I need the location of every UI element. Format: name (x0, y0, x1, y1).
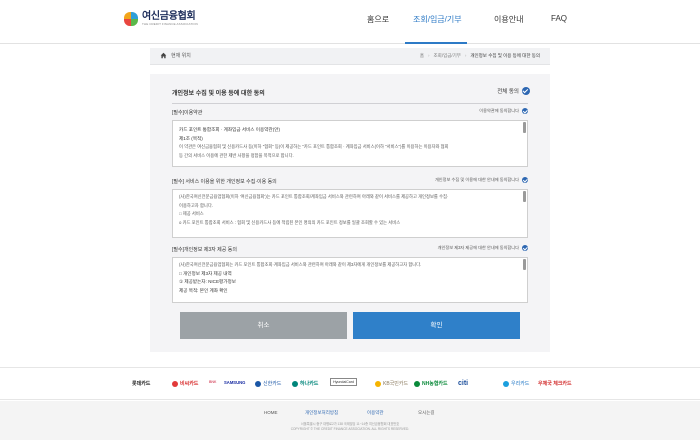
agree-label: 이용약관에 동의합니다 (479, 108, 519, 113)
check-circle-icon (522, 245, 528, 251)
main-nav: 홈으로 조회/입금/기부 이용안내 FAQ (0, 14, 700, 28)
active-nav-indicator (405, 42, 467, 44)
confirm-button[interactable]: 확인 (353, 312, 520, 339)
collection-text-box[interactable]: (사)한국여신전문금융업협회(이하 '여신금융협회')는 카드 포인트 통합조회… (172, 189, 528, 238)
collection-line: 이용하고자 합니다. (179, 202, 214, 208)
footer-address-block: 서울특별시 중구 대평로2가 138 국제빌딩 11~14층 여신금융협회 대표… (0, 422, 700, 432)
divider (172, 103, 528, 104)
card-logo-bc[interactable]: 비씨카드 (172, 380, 198, 387)
agree-all-checkbox[interactable]: 전체 동의 (497, 87, 530, 95)
card-logo-samsung[interactable]: SAMSUNG (224, 380, 245, 385)
collection-line: (사)한국여신전문금융업협회(이하 '여신금융협회')는 카드 포인트 통합조회… (179, 194, 449, 199)
nav-home[interactable]: 홈으로 (367, 14, 389, 25)
agree-label: 개인정보 수집 및 이용에 대한 안내에 동의합니다 (434, 177, 519, 182)
cancel-button[interactable]: 취소 (180, 312, 347, 339)
terms-line: 카드 포인트 통합조회 · 계좌입금 서비스 이용약관(안) (179, 127, 281, 132)
site-header: 여신금융협회 THE CREDIT FINANCE ASSOCIATION 홈으… (0, 0, 700, 44)
card-logo-lotte[interactable]: 롯데카드 (132, 380, 150, 387)
footer-link-privacy[interactable]: 개인정보처리방침 (305, 410, 338, 416)
check-circle-icon (522, 87, 530, 95)
card-logo-hana[interactable]: 하나카드 (292, 380, 318, 387)
check-circle-icon (522, 108, 528, 114)
section-title: [필수]개인정보 제3자 제공 동의 (172, 247, 237, 253)
breadcrumb-item-home[interactable]: 홈 (420, 53, 424, 58)
site-footer: HOME 개인정보처리방침 이용약관 오시는길 서울특별시 중구 대평로2가 1… (0, 401, 700, 440)
third-party-line: ① 제공받는자: NICE평가정보 (179, 279, 236, 284)
breadcrumb-item-current: 개인정보 수집 및 이용 등에 대한 동의 (470, 53, 540, 58)
scrollbar-thumb[interactable] (523, 191, 526, 202)
agree-label: 개인정보 제3자 제공에 대한 안내에 동의합니다 (437, 245, 519, 250)
chevron-right-icon: › (428, 53, 430, 58)
terms-line: 이 약관은 여신금융협회 및 신용카드사 등(이하 "협회" 등)이 제공하는 … (179, 144, 449, 149)
card-logo-nh[interactable]: NH농협카드 (414, 380, 448, 387)
terms-agree-checkbox[interactable]: 이용약관에 동의합니다 (479, 108, 528, 114)
nav-faq[interactable]: FAQ (551, 14, 567, 23)
collection-line: □ 제공 서비스 (179, 211, 204, 216)
breadcrumb: 현재 위치 홈 › 조회/입금/기부 › 개인정보 수집 및 이용 등에 대한 동의 (150, 48, 550, 65)
kb-circle-icon (375, 380, 381, 387)
card-logo-woori[interactable]: 우리카드 (503, 380, 529, 387)
consent-panel: 개인정보 수집 및 이용 등에 대한 동의 전체 동의 [필수]이용약관 이용약… (150, 74, 550, 352)
home-icon (160, 52, 167, 59)
card-logo-citi[interactable]: citi (458, 380, 468, 387)
consent-section-third-party: [필수]개인정보 제3자 제공 동의 개인정보 제3자 제공에 대한 안내에 동… (172, 245, 528, 303)
third-party-line: 제공 목적: 본인 계좌 확인 (179, 287, 228, 293)
consent-section-collection: [필수] 서비스 이용을 위한 개인정보 수집·이용 동의 개인정보 수집 및 … (172, 177, 528, 238)
breadcrumb-item-inquiry[interactable]: 조회/입금/기부 (434, 53, 461, 58)
nh-circle-icon (414, 380, 420, 387)
nav-inquiry-deposit-donation[interactable]: 조회/입금/기부 (413, 14, 462, 25)
woori-circle-icon (503, 380, 509, 387)
check-circle-icon (522, 177, 528, 183)
third-party-line: (사)한국여신전문금융업협회는 카드 포인트 통합조회·계좌입금 서비스와 관련… (179, 262, 422, 267)
footer-link-directions[interactable]: 오시는길 (418, 410, 435, 416)
section-title: [필수]이용약관 (172, 110, 203, 116)
footer-link-terms[interactable]: 이용약관 (367, 410, 384, 416)
bc-circle-icon (172, 380, 178, 387)
scrollbar-thumb[interactable] (523, 122, 526, 133)
footer-link-home[interactable]: HOME (264, 410, 278, 415)
third-party-line: □ 개인정보 제3자 제공 내역 (179, 270, 232, 276)
terms-line: 제1조 (목적) (179, 135, 203, 141)
chevron-right-icon: › (464, 53, 467, 58)
third-party-agree-checkbox[interactable]: 개인정보 제3자 제공에 대한 안내에 동의합니다 (438, 245, 528, 251)
shinhan-circle-icon (255, 380, 261, 387)
card-logo-hyundai[interactable]: HyundaiCard (330, 378, 357, 386)
card-logo-kb[interactable]: KB국민카드 (375, 380, 408, 387)
agree-all-label: 전체 동의 (497, 89, 519, 95)
consent-section-terms: [필수]이용약관 이용약관에 동의합니다 카드 포인트 통합조회 · 계좌입금 … (172, 108, 528, 167)
card-logo-shinhan[interactable]: 신한카드 (255, 380, 281, 387)
card-company-strip: 롯데카드 비씨카드 BNK SAMSUNG 신한카드 하나카드 HyundaiC… (0, 367, 700, 400)
section-title: [필수] 서비스 이용을 위한 개인정보 수집·이용 동의 (172, 179, 277, 185)
page-title: 개인정보 수집 및 이용 등에 대한 동의 (172, 91, 265, 97)
breadcrumb-label: 현재 위치 (171, 53, 191, 59)
terms-text-box[interactable]: 카드 포인트 통합조회 · 계좌입금 서비스 이용약관(안) 제1조 (목적) … (172, 120, 528, 167)
nav-guide[interactable]: 이용안내 (494, 14, 523, 25)
terms-line: 등 간의 서비스 이용에 관한 제반 사항을 정함을 목적으로 합니다. (179, 152, 294, 158)
scrollbar-thumb[interactable] (523, 259, 526, 270)
hana-circle-icon (292, 380, 298, 387)
footer-copyright: COPYRIGHT © THE CREDIT FINANCE ASSOCIATI… (290, 427, 410, 431)
third-party-text-box[interactable]: (사)한국여신전문금융업협회는 카드 포인트 통합조회·계좌입금 서비스와 관련… (172, 257, 528, 303)
card-logo-bnk[interactable]: BNK (209, 380, 216, 384)
collection-line: o 카드 포인트 통합조회 서비스 : 협회 및 신용카드사 등에 적립된 본인… (179, 219, 401, 225)
footer-links: HOME 개인정보처리방침 이용약관 오시는길 (0, 410, 700, 418)
card-logo-post-office[interactable]: 우체국 체크카드 (538, 380, 572, 387)
collection-agree-checkbox[interactable]: 개인정보 수집 및 이용에 대한 안내에 동의합니다 (435, 177, 528, 183)
